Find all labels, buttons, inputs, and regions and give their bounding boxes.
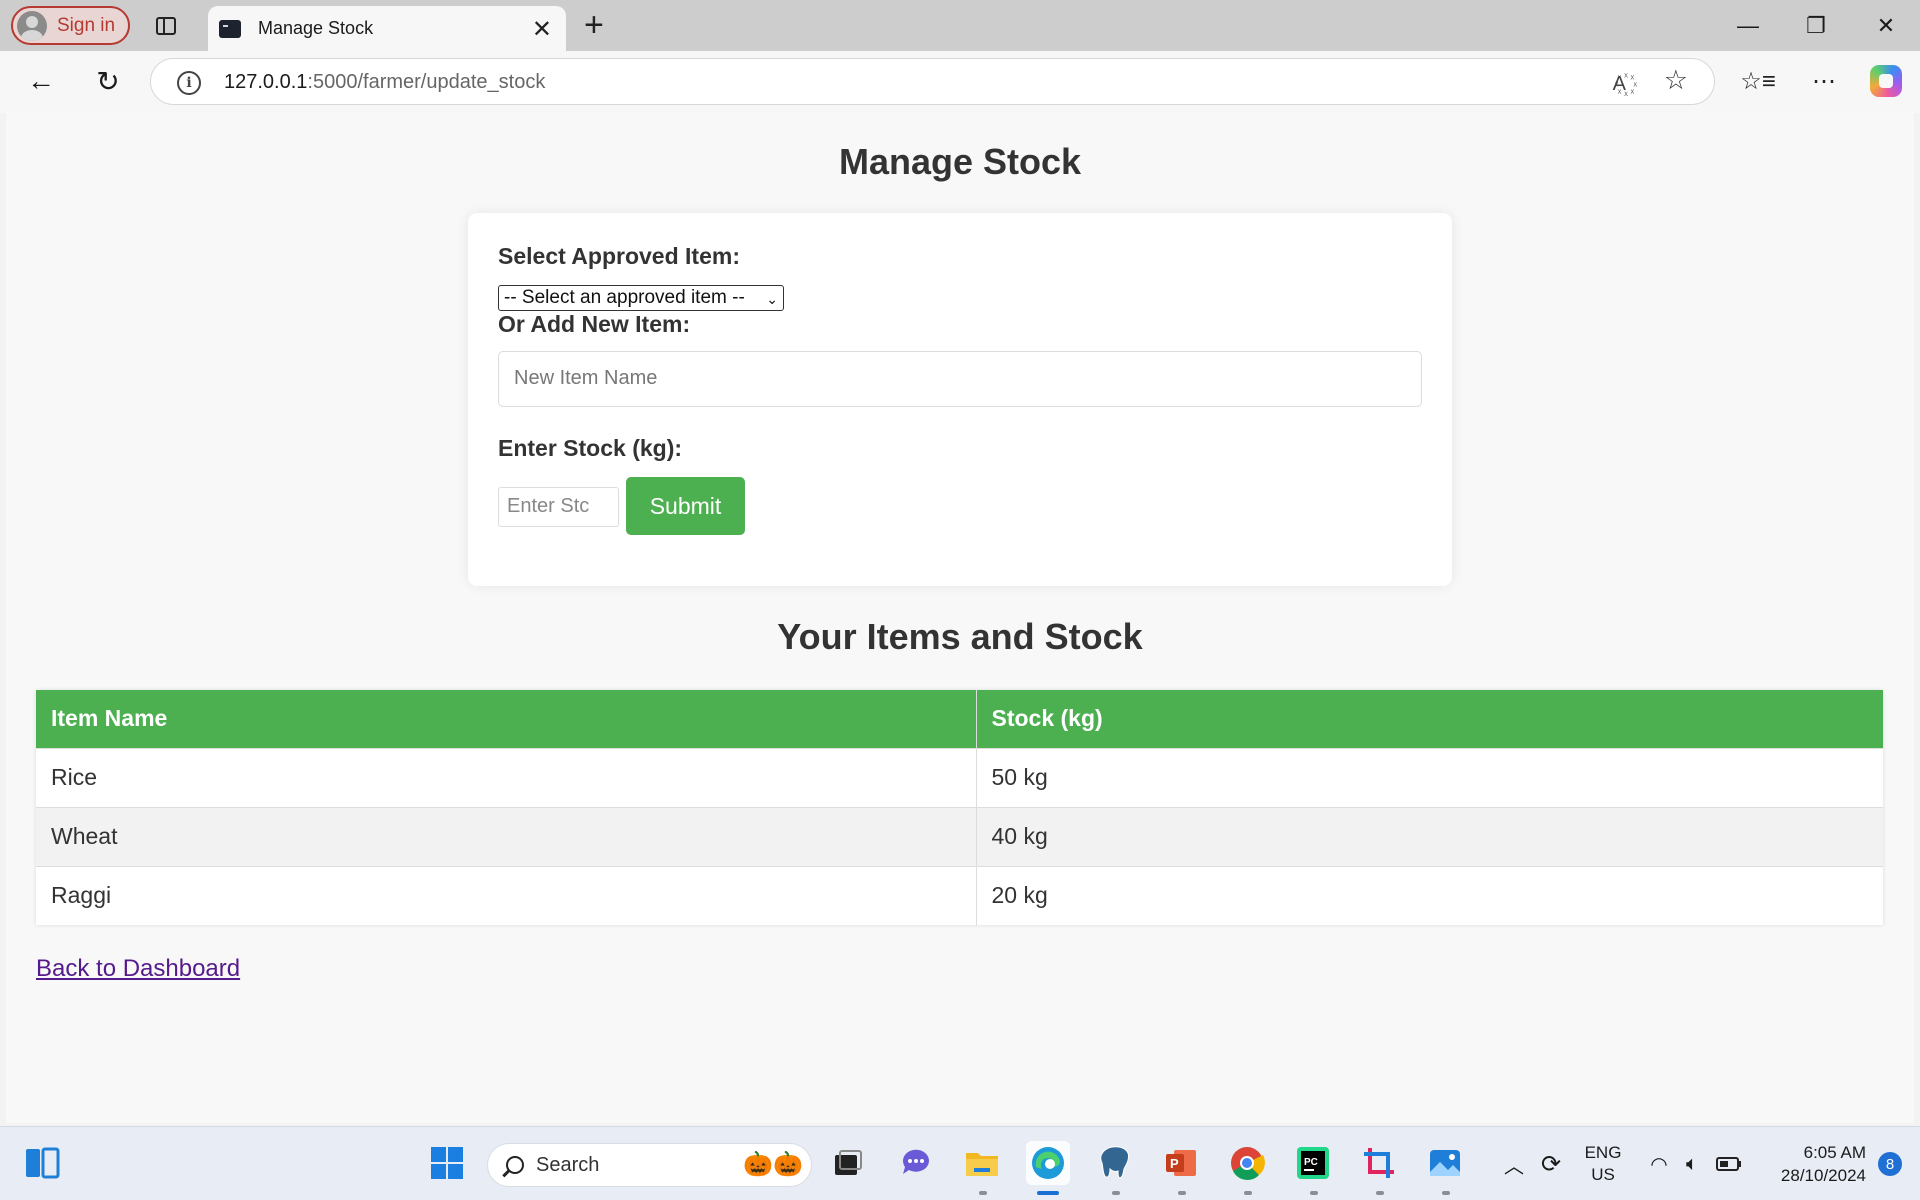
item-name-cell: Rice: [36, 747, 977, 807]
postgresql-icon[interactable]: [1093, 1141, 1137, 1185]
approved-item-select[interactable]: -- Select an approved item -- ⌄: [498, 285, 784, 311]
stock-cell: 20 kg: [976, 865, 1883, 925]
stock-form-card: Select Approved Item: -- Select an appro…: [468, 213, 1452, 586]
page-viewport: Manage Stock Select Approved Item: -- Se…: [6, 113, 1914, 1123]
back-icon[interactable]: ←: [19, 61, 63, 101]
taskbar-search[interactable]: Search 🎃🎃: [487, 1143, 812, 1187]
clock-date: 28/10/2024: [1780, 1166, 1866, 1185]
select-item-label: Select Approved Item:: [498, 243, 740, 269]
copilot-icon[interactable]: [1870, 65, 1902, 97]
language-indicator[interactable]: ENG US: [1578, 1127, 1628, 1200]
chrome-icon[interactable]: [1225, 1141, 1269, 1185]
table-row: Rice 50 kg: [36, 747, 1883, 807]
volume-icon[interactable]: 🔈︎: [1678, 1127, 1706, 1200]
minimize-icon[interactable]: —: [1714, 0, 1782, 51]
search-label: Search: [536, 1153, 600, 1176]
address-bar[interactable]: i 127.0.0.1:5000/farmer/update_stock A꙰ …: [150, 58, 1715, 105]
notification-count-badge: 8: [1878, 1152, 1902, 1176]
edge-browser-icon[interactable]: [1026, 1141, 1070, 1185]
file-explorer-icon[interactable]: [960, 1141, 1004, 1185]
sign-in-label: Sign in: [57, 14, 116, 36]
running-indicator: [1310, 1191, 1318, 1195]
browser-toolbar: ← ↻ i 127.0.0.1:5000/farmer/update_stock…: [0, 51, 1920, 113]
running-indicator: [979, 1191, 987, 1195]
chevron-down-icon: ⌄: [766, 291, 778, 307]
task-view-icon[interactable]: [826, 1141, 870, 1185]
url-text[interactable]: 127.0.0.1:5000/farmer/update_stock: [224, 71, 545, 94]
items-table: Item Name Stock (kg) Rice 50 kg Wheat 40…: [36, 690, 1883, 925]
new-item-input[interactable]: New Item Name: [498, 351, 1422, 407]
stock-input[interactable]: Enter Stc: [498, 487, 619, 527]
favorite-star-icon[interactable]: ☆: [1664, 65, 1688, 96]
close-tab-icon[interactable]: ✕: [532, 15, 552, 44]
header-item-name: Item Name: [36, 690, 977, 748]
running-indicator: [1178, 1191, 1186, 1195]
clock[interactable]: 6:05 AM 28/10/2024: [1756, 1127, 1866, 1200]
restore-icon[interactable]: ❐: [1782, 0, 1850, 51]
lang-bottom: US: [1591, 1165, 1615, 1184]
page-title: Manage Stock: [838, 141, 1082, 182]
lang-top: ENG: [1584, 1143, 1622, 1162]
back-to-dashboard-link[interactable]: Back to Dashboard: [36, 955, 240, 983]
clock-time: 6:05 AM: [1803, 1143, 1866, 1162]
terminal-favicon-icon: [219, 19, 241, 38]
photos-icon[interactable]: [1423, 1141, 1467, 1185]
powerpoint-icon[interactable]: P: [1159, 1141, 1203, 1185]
favorites-icon[interactable]: ☆≡: [1738, 61, 1778, 101]
sync-icon[interactable]: ⟳: [1536, 1127, 1566, 1200]
sign-in-button[interactable]: Sign in: [11, 6, 130, 45]
header-stock: Stock (kg): [976, 690, 1883, 748]
browser-titlebar: Sign in Manage Stock ✕ + — ❐ ✕: [0, 0, 1920, 51]
running-indicator: [1376, 1191, 1384, 1195]
item-name-cell: Wheat: [36, 806, 977, 866]
submit-button[interactable]: Submit: [626, 477, 745, 535]
widgets-icon[interactable]: [20, 1141, 64, 1185]
stock-cell: 40 kg: [976, 806, 1883, 866]
svg-text:PC: PC: [1304, 1157, 1318, 1168]
snipping-tool-icon[interactable]: [1357, 1141, 1401, 1185]
taskbar: Search 🎃🎃 P PC ︿ ⟳ ENG US ◠ 🔈︎ 6:05 AM 2…: [0, 1126, 1920, 1200]
battery-icon[interactable]: [1714, 1127, 1744, 1200]
site-info-icon[interactable]: i: [177, 71, 201, 95]
table-row: Wheat 40 kg: [36, 806, 1883, 866]
read-aloud-icon[interactable]: A꙰: [1613, 69, 1626, 96]
notification-center-button[interactable]: 8: [1868, 1127, 1912, 1200]
new-tab-icon[interactable]: +: [584, 6, 604, 45]
close-window-icon[interactable]: ✕: [1852, 0, 1920, 51]
wifi-icon[interactable]: ◠: [1645, 1127, 1673, 1200]
pumpkin-decoration-icon: 🎃🎃: [743, 1151, 803, 1178]
profile-avatar-icon: [17, 10, 47, 41]
approved-item-select-value: -- Select an approved item --: [504, 287, 745, 308]
running-indicator: [1244, 1191, 1252, 1195]
tab-manage-stock[interactable]: Manage Stock ✕: [208, 6, 566, 51]
svg-text:P: P: [1170, 1156, 1179, 1171]
start-icon[interactable]: [425, 1141, 469, 1185]
stock-label: Enter Stock (kg):: [498, 435, 683, 461]
items-section-title: Your Items and Stock: [777, 616, 1143, 657]
teams-chat-icon[interactable]: [894, 1141, 938, 1185]
table-row: Raggi 20 kg: [36, 865, 1883, 925]
stock-cell: 50 kg: [976, 747, 1883, 807]
more-options-icon[interactable]: ⋯: [1804, 61, 1844, 101]
running-indicator: [1442, 1191, 1450, 1195]
table-header-row: Item Name Stock (kg): [36, 690, 1883, 748]
new-item-label: Or Add New Item:: [498, 311, 691, 337]
item-name-cell: Raggi: [36, 865, 977, 925]
pycharm-icon[interactable]: PC: [1291, 1141, 1335, 1185]
show-hidden-icons-icon[interactable]: ︿: [1500, 1127, 1528, 1200]
tab-actions-icon[interactable]: [150, 12, 182, 40]
running-indicator: [1112, 1191, 1120, 1195]
active-indicator: [1037, 1191, 1059, 1195]
refresh-icon[interactable]: ↻: [86, 61, 130, 101]
search-icon: [506, 1156, 524, 1174]
tab-title: Manage Stock: [258, 18, 374, 38]
